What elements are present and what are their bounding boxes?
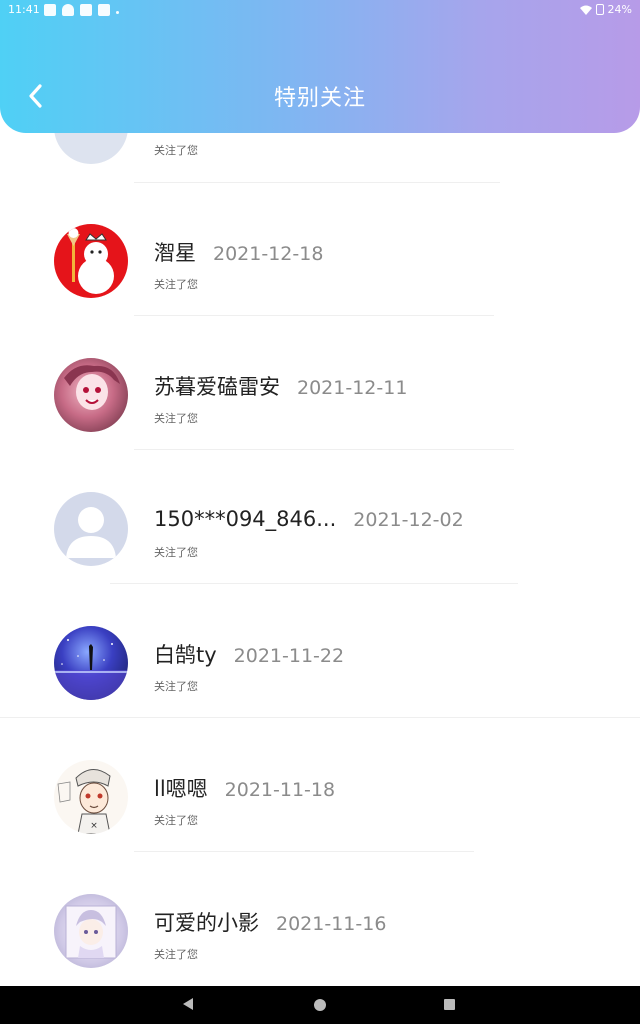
user-name[interactable]: 苏暮爱磕雷安: [154, 371, 280, 401]
list-item[interactable]: 白鹄ty 2021-11-22 关注了您: [0, 596, 640, 730]
anime-doll-icon: [65, 905, 117, 959]
follow-status: 关注了您: [154, 814, 198, 827]
notification-icons: [44, 4, 119, 16]
follow-date: 2021-12-18: [213, 243, 324, 265]
divider: [134, 449, 514, 450]
divider: [134, 182, 500, 183]
follow-status: 关注了您: [154, 144, 198, 157]
more-dot-icon: [116, 10, 119, 14]
svg-text:×: ×: [90, 821, 98, 831]
follow-status: 关注了您: [154, 278, 198, 291]
follow-status: 关注了您: [154, 546, 198, 559]
name-line: 150***094_846... 2021-12-02: [154, 507, 464, 531]
list-item[interactable]: 可爱的小影 2021-11-16 关注了您: [0, 864, 640, 998]
follow-date: 2021-12-02: [353, 509, 464, 531]
night-sky-icon: [54, 633, 128, 700]
nav-back-icon[interactable]: [183, 998, 193, 1010]
system-nav-bar: [0, 986, 640, 1024]
qq-icon: [62, 4, 74, 16]
list-item[interactable]: × ll嗯嗯 2021-11-18 关注了您: [0, 730, 640, 864]
divider: [0, 717, 640, 718]
status-bar: 11:41 24%: [0, 0, 640, 22]
battery-icon: [595, 4, 604, 15]
anime-sketch-icon: ×: [57, 769, 111, 834]
follow-list: 关注了您 潪星 2021-12-18 关注了您 苏暮爱磕雷安 2021-12-1…: [0, 0, 640, 1024]
follow-date: 2021-11-18: [224, 779, 336, 801]
status-right: 24%: [579, 3, 632, 16]
app-header: 11:41 24% 特别关注: [0, 0, 640, 133]
user-name[interactable]: 潪星: [154, 237, 196, 267]
list-item[interactable]: 150***094_846... 2021-12-02 关注了您: [0, 462, 640, 596]
app-icon: [80, 4, 92, 16]
name-line: ll嗯嗯 2021-11-18: [154, 773, 335, 803]
anime-pink-icon: [64, 365, 120, 410]
follow-status: 关注了您: [154, 680, 198, 693]
snowman-icon: [67, 228, 114, 294]
name-line: 潪星 2021-12-18: [154, 237, 323, 267]
app-icon: [98, 4, 110, 16]
follow-date: 2021-12-11: [297, 377, 408, 399]
avatar: [54, 224, 128, 298]
name-line: 可爱的小影 2021-11-16: [154, 907, 386, 937]
nav-home-icon[interactable]: [314, 999, 326, 1011]
avatar: [54, 894, 128, 968]
user-name[interactable]: 白鹄ty: [154, 639, 217, 669]
avatar: [54, 358, 128, 432]
avatar: ×: [54, 760, 128, 834]
follow-status: 关注了您: [154, 948, 198, 961]
gallery-icon: [44, 4, 56, 16]
status-time: 11:41: [8, 3, 40, 16]
divider: [134, 315, 494, 316]
divider: [134, 851, 474, 852]
nav-recents-icon[interactable]: [444, 999, 455, 1010]
user-name[interactable]: ll嗯嗯: [154, 773, 208, 803]
default-user-icon: [66, 507, 116, 558]
battery-level: 24%: [607, 3, 632, 16]
name-line: 苏暮爱磕雷安 2021-12-11: [154, 371, 407, 401]
wifi-icon: [579, 5, 592, 15]
user-name[interactable]: 可爱的小影: [154, 907, 259, 937]
avatar: [54, 492, 128, 566]
user-name[interactable]: 150***094_846...: [154, 507, 336, 531]
follow-status: 关注了您: [154, 412, 198, 425]
follow-date: 2021-11-22: [233, 645, 345, 667]
divider: [110, 583, 518, 584]
name-line: 白鹄ty 2021-11-22: [154, 639, 344, 669]
page-title: 特别关注: [273, 86, 366, 111]
avatar: [54, 626, 128, 700]
follow-date: 2021-11-16: [276, 913, 387, 935]
list-item[interactable]: 潪星 2021-12-18 关注了您: [0, 194, 640, 328]
list-item[interactable]: 苏暮爱磕雷安 2021-12-11 关注了您: [0, 328, 640, 462]
